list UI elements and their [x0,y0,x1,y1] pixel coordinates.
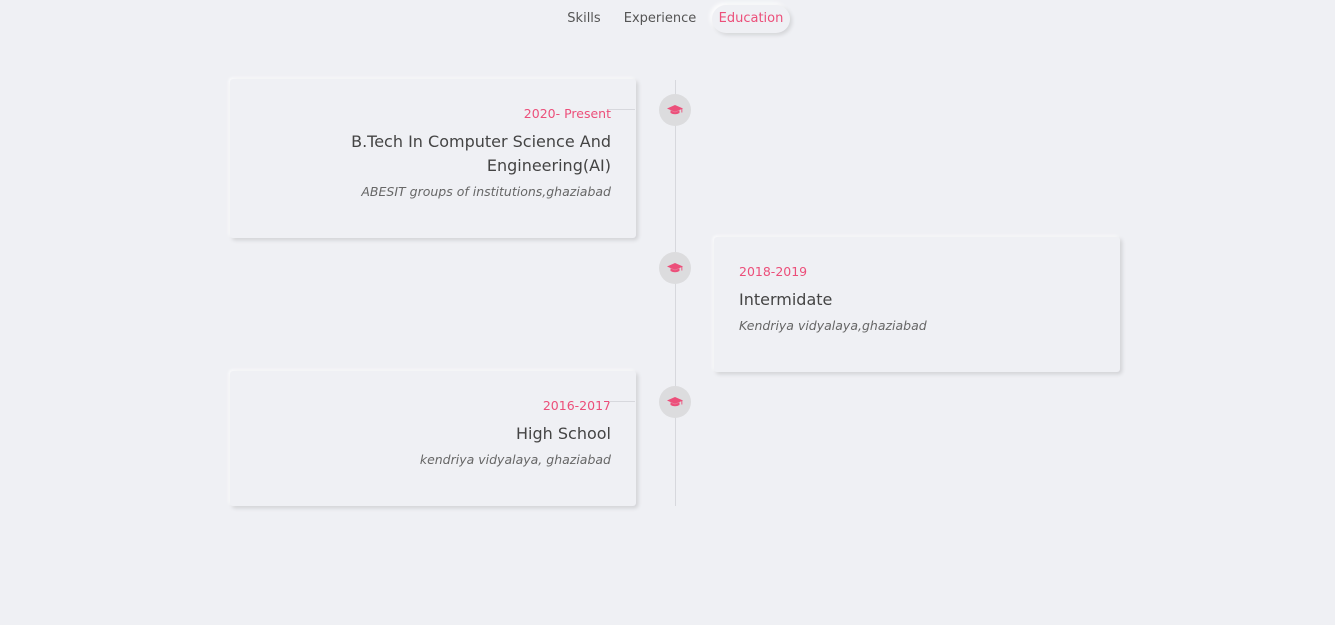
timeline-dot [659,94,691,126]
education-date: 2016-2017 [542,398,611,413]
timeline-dot [659,386,691,418]
graduation-cap-icon [667,396,683,408]
education-card-high-school: 2016-2017 High School kendriya vidyalaya… [230,371,636,506]
timeline-connector [609,109,635,110]
education-card-intermediate: 2018-2019 Intermidate Kendriya vidyalaya… [714,237,1120,372]
education-date: 2020- Present [523,106,611,121]
education-institution: ABESIT groups of institutions,ghaziabad [361,184,611,199]
education-institution: Kendriya vidyalaya,ghaziabad [739,318,927,333]
tab-education[interactable]: Education [712,5,790,33]
tab-experience[interactable]: Experience [621,5,699,33]
education-page: Skills Experience Education 2020- Presen… [0,0,1335,625]
education-card-btech: 2020- Present B.Tech In Computer Science… [230,79,636,238]
qualification-tabs: Skills Experience Education [0,5,1335,33]
education-institution: kendriya vidyalaya, ghaziabad [419,452,611,467]
graduation-cap-icon [667,262,683,274]
timeline-connector [609,401,635,402]
timeline-line [675,80,676,506]
education-date: 2018-2019 [739,264,808,279]
graduation-cap-icon [667,104,683,116]
tab-skills[interactable]: Skills [562,5,606,33]
education-title: Intermidate [739,290,833,309]
education-title: High School [516,424,611,443]
education-title: B.Tech In Computer Science And Engineeri… [351,132,611,175]
timeline-dot [659,252,691,284]
